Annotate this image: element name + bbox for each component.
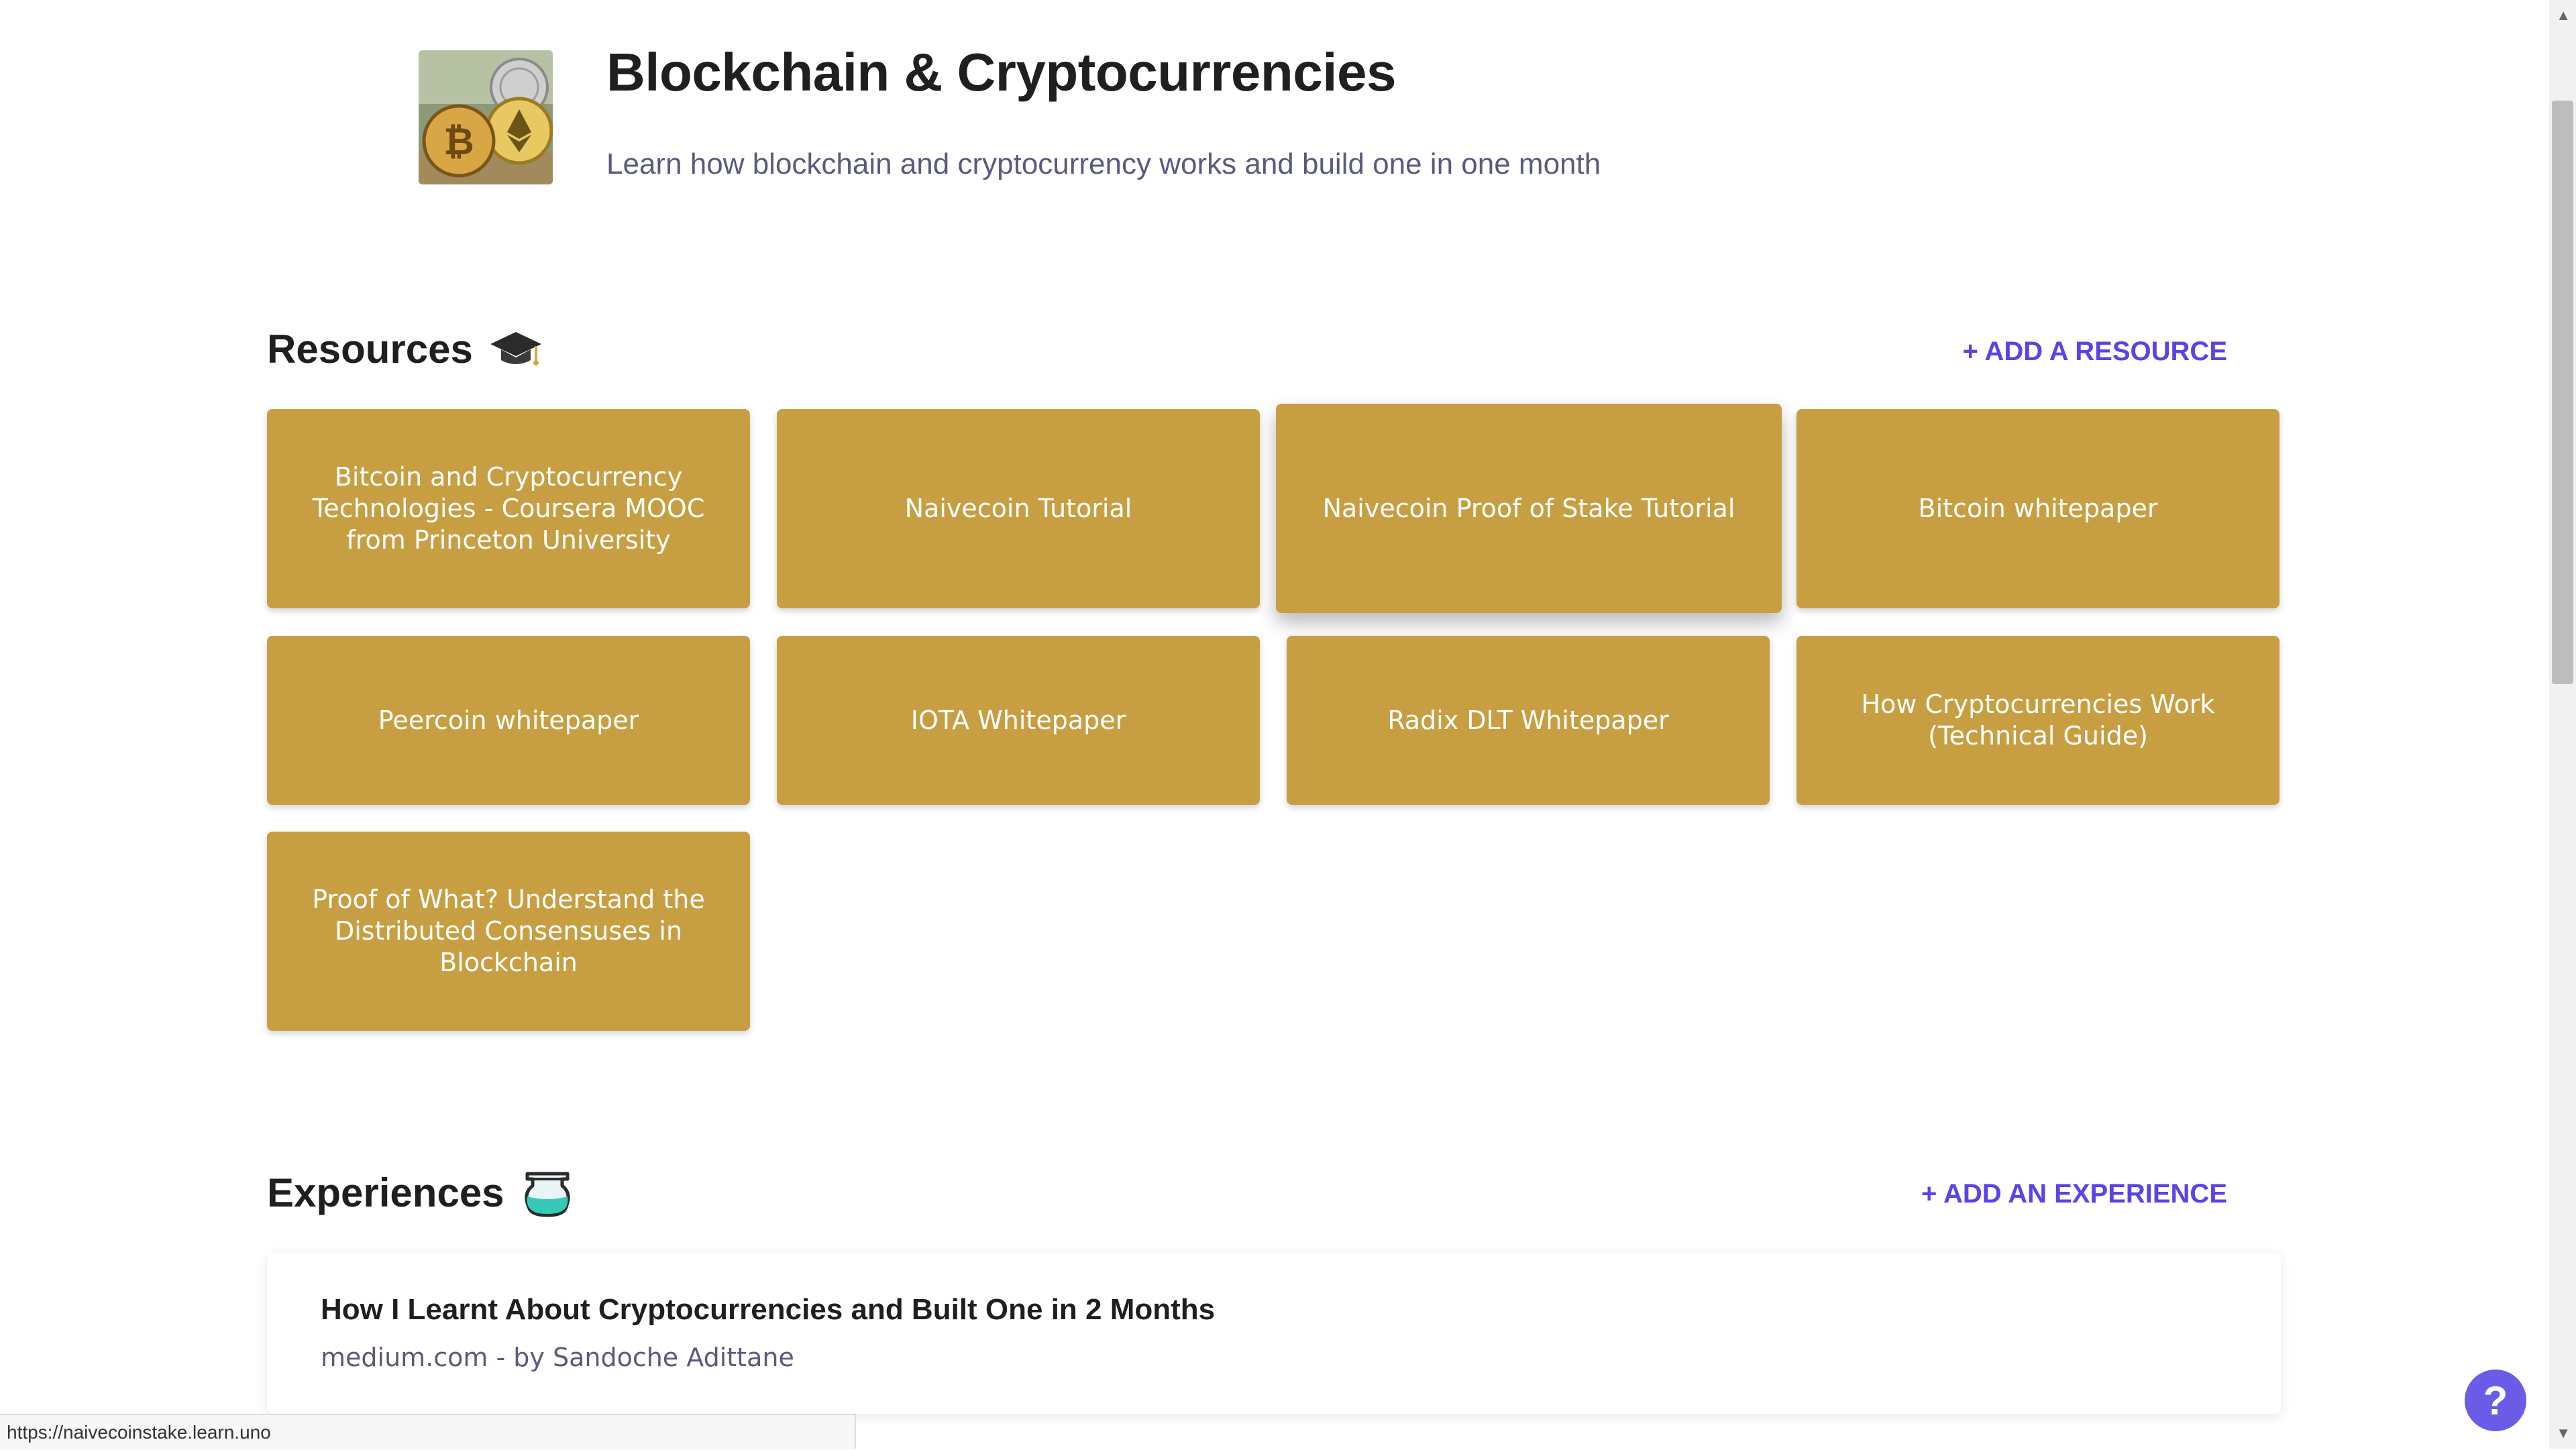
- scroll-down-icon[interactable]: ▼: [2556, 1425, 2571, 1442]
- resource-card-label: Proof of What? Understand the Distribute…: [312, 885, 705, 977]
- resource-card[interactable]: Bitcoin whitepaper: [1796, 409, 2279, 608]
- svg-text:₿: ₿: [443, 120, 474, 164]
- resource-card[interactable]: IOTA Whitepaper: [777, 636, 1260, 805]
- resource-card[interactable]: Bitcoin and Cryptocurrency Technologies …: [267, 409, 750, 608]
- resource-card-label: IOTA Whitepaper: [910, 705, 1126, 735]
- experience-card[interactable]: How I Learnt About Cryptocurrencies and …: [267, 1253, 2281, 1414]
- resource-card-label: Bitcoin and Cryptocurrency Technologies …: [312, 462, 705, 555]
- resource-card-label: Radix DLT Whitepaper: [1387, 705, 1669, 735]
- resources-heading: Resources: [267, 326, 543, 372]
- resource-card[interactable]: Peercoin whitepaper: [267, 636, 750, 805]
- crypto-coins-image: ₿: [419, 50, 553, 184]
- status-url: https://naivecoinstake.learn.uno: [7, 1422, 271, 1443]
- resource-card[interactable]: Naivecoin Proof of Stake Tutorial: [1276, 404, 1782, 613]
- experience-meta: medium.com - by Sandoche Adittane: [321, 1343, 794, 1372]
- experience-title[interactable]: How I Learnt About Cryptocurrencies and …: [321, 1293, 1215, 1327]
- resource-card[interactable]: How Cryptocurrencies Work (Technical Gui…: [1796, 636, 2279, 805]
- page-subtitle: Learn how blockchain and cryptocurrency …: [606, 148, 1601, 180]
- graduation-cap-icon: [490, 331, 541, 366]
- help-button[interactable]: ?: [2465, 1370, 2526, 1431]
- scroll-up-icon[interactable]: ▲: [2556, 7, 2571, 24]
- resource-card[interactable]: Radix DLT Whitepaper: [1287, 636, 1770, 805]
- resource-card-label: Naivecoin Tutorial: [904, 494, 1132, 523]
- resource-card-label: Bitcoin whitepaper: [1918, 494, 2158, 523]
- add-resource-button[interactable]: + ADD A RESOURCE: [1963, 337, 2228, 367]
- resources-heading-label: Resources: [267, 327, 473, 372]
- scrollbar-thumb[interactable]: [2552, 101, 2573, 684]
- experiences-heading-label: Experiences: [267, 1170, 504, 1215]
- flask-icon: [525, 1172, 570, 1217]
- topic-image: ₿: [419, 50, 553, 184]
- status-bar: https://naivecoinstake.learn.uno: [0, 1414, 856, 1449]
- experiences-heading: Experiences: [267, 1167, 574, 1218]
- add-experience-button[interactable]: + ADD AN EXPERIENCE: [1921, 1179, 2227, 1209]
- resource-card-label: Naivecoin Proof of Stake Tutorial: [1322, 493, 1735, 523]
- help-icon: ?: [2483, 1378, 2508, 1423]
- resource-card-label: Peercoin whitepaper: [378, 705, 639, 735]
- resource-card[interactable]: Naivecoin Tutorial: [777, 409, 1260, 608]
- resource-card[interactable]: Proof of What? Understand the Distribute…: [267, 832, 750, 1031]
- resource-card-label: How Cryptocurrencies Work (Technical Gui…: [1861, 689, 2215, 750]
- page-title: Blockchain & Cryptocurrencies: [606, 42, 1396, 102]
